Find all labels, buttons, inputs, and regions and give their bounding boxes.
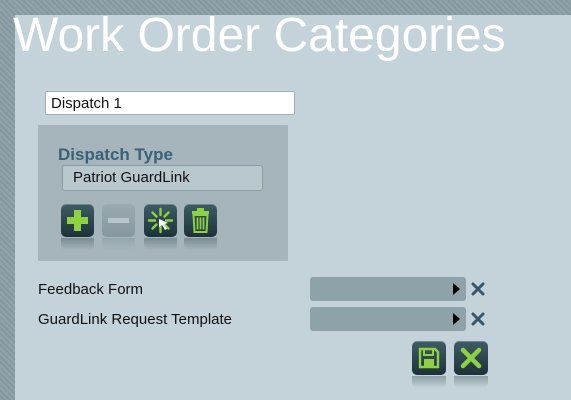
dropdown-arrow-icon <box>453 313 460 325</box>
feedback-form-dropdown[interactable] <box>310 277 466 301</box>
dropdown-arrow-icon <box>453 283 460 295</box>
dispatch-type-label: Dispatch Type <box>58 145 173 164</box>
save-icon <box>418 347 440 369</box>
delete-dispatch-button[interactable] <box>184 204 217 237</box>
page-title: Work Order Categories <box>13 9 506 62</box>
guardlink-request-template-dropdown[interactable] <box>310 307 466 331</box>
clear-guardlink-template-icon[interactable] <box>471 312 485 326</box>
remove-dispatch-button[interactable] <box>102 204 135 237</box>
clear-feedback-form-icon[interactable] <box>471 282 485 296</box>
button-reflection <box>412 376 446 388</box>
button-reflection <box>61 238 94 250</box>
cancel-button[interactable] <box>454 341 488 375</box>
cancel-icon <box>460 347 482 369</box>
category-name-input[interactable] <box>45 91 295 115</box>
add-dispatch-button[interactable] <box>61 204 94 237</box>
button-reflection <box>102 238 135 250</box>
feedback-form-label: Feedback Form <box>38 281 144 298</box>
minus-icon <box>108 218 129 223</box>
sparkle-icon <box>147 207 174 234</box>
trash-icon <box>192 208 209 233</box>
guardlink-request-template-label: GuardLink Request Template <box>38 311 233 328</box>
button-reflection <box>454 376 488 388</box>
button-reflection <box>184 238 217 250</box>
default-dispatch-button[interactable] <box>144 204 177 237</box>
dispatch-type-panel: Dispatch Type Patriot GuardLink <box>38 125 288 261</box>
save-button[interactable] <box>412 341 446 375</box>
dispatch-type-list-item[interactable]: Patriot GuardLink <box>62 165 263 191</box>
button-reflection <box>144 238 177 250</box>
plus-icon <box>67 210 88 231</box>
